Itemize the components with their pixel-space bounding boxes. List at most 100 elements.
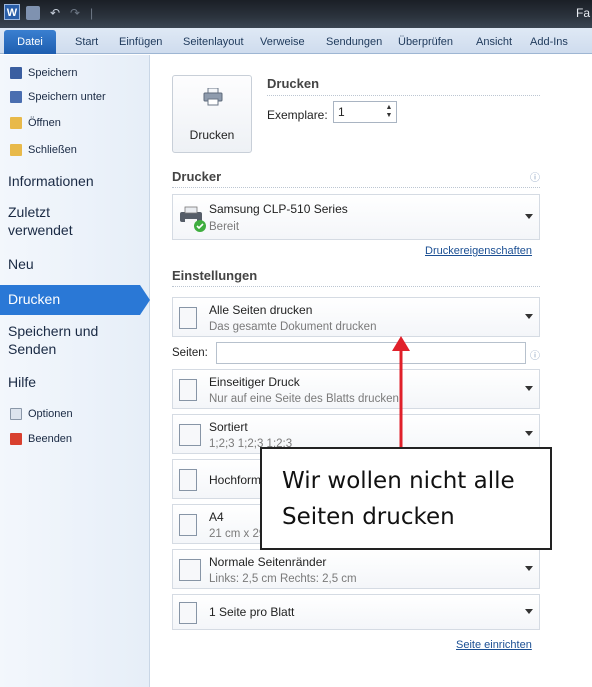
setting-subtitle: Das gesamte Dokument drucken (209, 321, 377, 333)
chevron-down-icon (525, 386, 533, 391)
tab-ansicht[interactable]: Ansicht (476, 36, 512, 48)
nav-informationen[interactable]: Informationen (8, 172, 94, 190)
print-button-label: Drucken (189, 128, 235, 142)
info-icon[interactable]: ⓘ (530, 169, 540, 184)
pages-per-sheet-icon (179, 602, 197, 624)
nav-hilfe[interactable]: Hilfe (8, 373, 36, 391)
setting-title: Einseitiger Druck (209, 375, 300, 389)
printer-icon (203, 88, 223, 106)
annotation-line: Seiten drucken (282, 504, 455, 530)
nav-speichern[interactable]: Speichern (10, 64, 78, 82)
tab-einfuegen[interactable]: Einfügen (119, 36, 162, 48)
tab-datei[interactable]: Datei (4, 30, 56, 54)
nav-label: Speichern unter (28, 91, 106, 103)
chevron-down-icon (525, 214, 533, 219)
paper-size-icon (179, 514, 197, 536)
duplex-dropdown[interactable]: Einseitiger Druck Nur auf eine Seite des… (172, 369, 540, 409)
divider (172, 187, 540, 188)
chevron-down-icon (525, 431, 533, 436)
collate-icon (179, 424, 201, 446)
nav-drucken-label: Drucken (8, 291, 61, 307)
annotation-arrow (392, 336, 410, 448)
nav-label: Beenden (28, 433, 73, 445)
nav-label: Speichern (28, 67, 78, 79)
copies-value: 1 (338, 105, 345, 119)
ribbon-tabs: Datei Start Einfügen Seitenlayout Verwei… (0, 28, 592, 54)
pages-icon (179, 307, 197, 329)
nav-selected-arrow (140, 285, 150, 315)
setting-title: A4 (209, 510, 224, 524)
nav-optionen[interactable]: Optionen (10, 405, 73, 423)
print-heading: Drucken (267, 76, 320, 91)
pages-input[interactable] (216, 342, 526, 364)
print-button[interactable]: Drucken (172, 75, 252, 153)
info-icon[interactable]: ⓘ (530, 347, 540, 362)
nav-beenden[interactable]: Beenden (10, 430, 72, 448)
save-icon (10, 67, 22, 79)
undo-icon[interactable]: ↶ (50, 6, 64, 20)
setting-subtitle: Nur auf eine Seite des Blatts drucken (209, 393, 399, 405)
page-setup-link[interactable]: Seite einrichten (456, 639, 532, 651)
nav-label: Optionen (28, 408, 73, 420)
settings-heading: Einstellungen (172, 268, 258, 283)
one-sided-icon (179, 379, 197, 401)
margins-dropdown[interactable]: Normale Seitenränder Links: 2,5 cm Recht… (172, 549, 540, 589)
setting-title: 1 Seite pro Blatt (209, 605, 295, 619)
pages-per-sheet-dropdown[interactable]: 1 Seite pro Blatt (172, 594, 540, 630)
setting-subtitle: Links: 2,5 cm Rechts: 2,5 cm (209, 573, 357, 585)
printer-icon (180, 206, 206, 232)
printer-heading: Drucker (172, 169, 222, 184)
open-folder-icon (10, 117, 22, 129)
annotation-line: Wir wollen nicht alle (282, 468, 515, 494)
tab-verweise[interactable]: Verweise (260, 36, 305, 48)
nav-speichern-unter[interactable]: Speichern unter (10, 88, 106, 106)
nav-neu[interactable]: Neu (8, 255, 34, 273)
margins-icon (179, 559, 201, 581)
divider (172, 286, 540, 287)
print-pane: Drucken Drucken Exemplare: 1 ▲ ▼ Drucker … (150, 55, 592, 687)
chevron-down-icon (525, 314, 533, 319)
title-bar: W ↶ ↷ | Fa (0, 0, 592, 28)
nav-label: verwendet (8, 222, 73, 238)
annotation-text: Wir wollen nicht alle Seiten drucken (282, 463, 542, 535)
close-folder-icon (10, 144, 22, 156)
word-app-icon[interactable]: W (4, 4, 20, 20)
tab-start[interactable]: Start (75, 36, 98, 48)
printer-properties-link[interactable]: Druckereigenschaften (425, 245, 532, 257)
nav-zuletzt-verwendet[interactable]: Zuletzt verwendet (8, 203, 73, 239)
nav-label: Schließen (28, 144, 77, 156)
redo-icon[interactable]: ↷ (70, 6, 84, 20)
copies-spinner-icon[interactable]: ▲ ▼ (384, 104, 394, 120)
tab-add-ins[interactable]: Add-Ins (530, 36, 568, 48)
nav-label: Öffnen (28, 117, 61, 129)
save-as-icon (10, 91, 22, 103)
pages-label: Seiten: (172, 347, 208, 359)
divider (267, 95, 540, 96)
copies-label: Exemplare: (267, 108, 328, 122)
chevron-down-icon (525, 609, 533, 614)
nav-speichern-und-senden[interactable]: Speichern und Senden (8, 322, 98, 358)
window-title: Fa (576, 6, 591, 20)
customize-quick-access-icon[interactable]: | (90, 6, 104, 20)
nav-label: Zuletzt (8, 204, 51, 220)
tab-ueberpruefen[interactable]: Überprüfen (398, 36, 453, 48)
copies-input[interactable]: 1 ▲ ▼ (333, 101, 397, 123)
nav-label: Senden (8, 341, 57, 357)
tab-seitenlayout[interactable]: Seitenlayout (183, 36, 244, 48)
save-icon[interactable] (26, 6, 40, 20)
annotation-callout: Wir wollen nicht alle Seiten drucken (260, 447, 552, 550)
printer-dropdown[interactable]: Samsung CLP-510 Series Bereit (172, 194, 540, 240)
backstage-nav: Speichern Speichern unter Öffnen Schließ… (0, 55, 150, 687)
chevron-down-icon (525, 566, 533, 571)
portrait-icon (179, 469, 197, 491)
nav-label: Speichern und (8, 323, 99, 339)
tab-sendungen[interactable]: Sendungen (326, 36, 382, 48)
printer-status: Bereit (209, 221, 240, 233)
nav-schliessen[interactable]: Schließen (10, 141, 77, 159)
exit-icon (10, 433, 22, 445)
pages-range-dropdown[interactable]: Alle Seiten drucken Das gesamte Dokument… (172, 297, 540, 337)
setting-title: Sortiert (209, 420, 248, 434)
options-icon (10, 408, 22, 420)
nav-oeffnen[interactable]: Öffnen (10, 114, 61, 132)
printer-name: Samsung CLP-510 Series (209, 202, 348, 216)
